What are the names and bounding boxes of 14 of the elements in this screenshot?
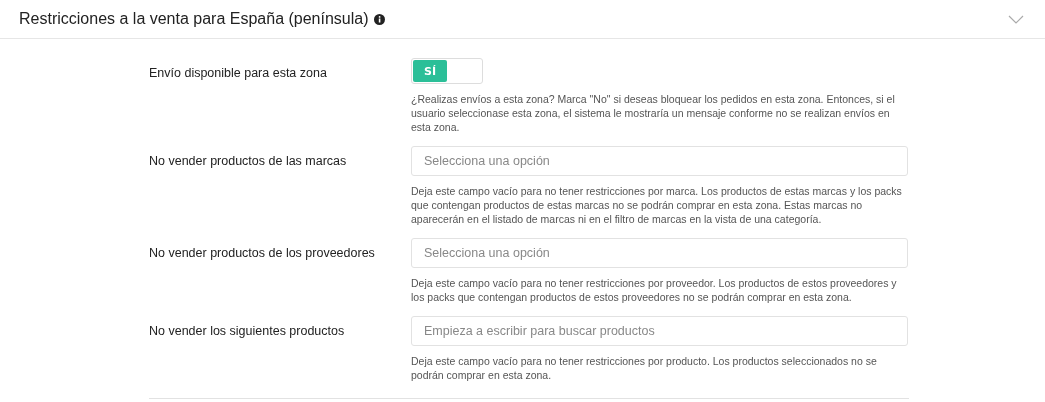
field-label: Envío disponible para esta zona	[149, 65, 328, 82]
field-label: No vender los siguientes productos	[149, 323, 346, 340]
help-text: ¿Realizas envíos a esta zona? Marca "No" si deseas bloquear los pedidos en esta zona. Entonces, si el usuario seleccionase esta zona, el sistema le mostraría un mensaje conforme no se realizan envíos en esta zona.	[411, 92, 896, 134]
field-label: No vender productos de los proveedores	[149, 245, 376, 262]
info-icon[interactable]	[373, 13, 385, 25]
toggle-switch[interactable]: SÍ	[411, 58, 483, 84]
help-text: Deja este campo vacío para no tener restricciones por marca. Los productos de estas marcas y los packs que contengan productos de estas marcas no se podrán comprar en esta zona. Estas marcas no aparecerán en el listado de marcas ni en el filtro de marcas en la vista de una categoría.	[411, 184, 903, 226]
help-text: Deja este campo vacío para no tener restricciones por producto. Los productos seleccionados no se podrán comprar en esta zona.	[411, 354, 878, 382]
select-field[interactable]: Selecciona una opción	[411, 146, 908, 176]
select-field[interactable]: Empieza a escribir para buscar productos	[411, 316, 908, 346]
help-text: Deja este campo vacío para no tener restricciones por proveedor. Los productos de estos proveedores y los packs que contengan productos de estos proveedores no se podrán comprar en esta zona.	[411, 276, 898, 304]
field-label: No vender productos de las marcas	[149, 153, 348, 170]
panel-title: Restricciones a la venta para España (península)	[19, 10, 369, 28]
select-field[interactable]: Selecciona una opción	[411, 238, 908, 268]
